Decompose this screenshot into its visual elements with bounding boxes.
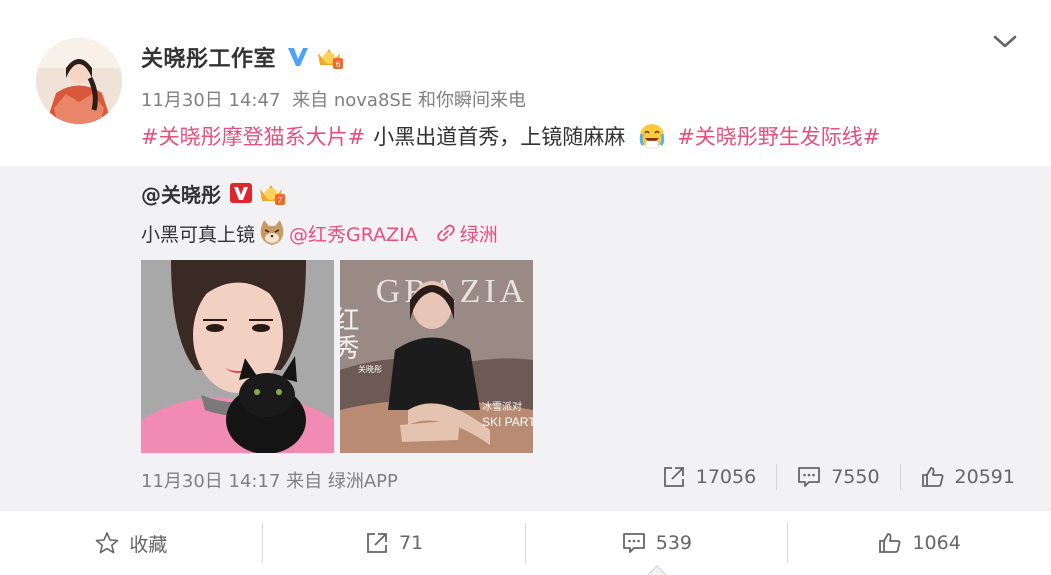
svg-text:6: 6 xyxy=(336,60,341,69)
topic-link[interactable]: #关晓彤野生发际线# xyxy=(677,121,880,151)
comment-icon xyxy=(622,533,645,553)
comment-count: 7550 xyxy=(831,466,880,488)
cat-emoji-icon xyxy=(260,220,284,245)
repost-author-row: @关晓彤 7 xyxy=(141,178,286,208)
thumbs-up-icon xyxy=(879,533,901,553)
cover-tag-en: SKI PARTY xyxy=(482,415,533,429)
chevron-down-icon[interactable] xyxy=(990,30,1020,54)
cover-name: 关晓彤 xyxy=(358,364,382,374)
vip-crown-icon[interactable]: 6 xyxy=(314,43,344,71)
repost-stats: 17056 7550 20591 xyxy=(662,464,1015,490)
cover-tag-cn: 冰雪派对 xyxy=(482,400,522,413)
star-icon xyxy=(96,532,119,554)
like-button[interactable]: 1064 xyxy=(788,511,1051,575)
verified-v-icon[interactable] xyxy=(229,181,253,205)
share-icon xyxy=(367,533,387,553)
comment-caret-inner xyxy=(648,567,666,575)
verified-v-icon[interactable] xyxy=(286,45,310,69)
repost-image-1[interactable] xyxy=(141,260,334,453)
svg-text:7: 7 xyxy=(278,196,283,205)
share-icon xyxy=(663,467,684,487)
like-count: 20591 xyxy=(954,466,1015,488)
repost-stat-like[interactable]: 20591 xyxy=(921,465,1015,489)
repost-button[interactable]: 71 xyxy=(263,511,526,575)
magazine-title-cn: 红秀 xyxy=(340,306,359,362)
oasis-link[interactable]: 绿洲 xyxy=(436,220,498,247)
author-avatar[interactable] xyxy=(36,38,122,124)
repost-stat-forward[interactable]: 17056 xyxy=(662,465,756,489)
mention-link[interactable]: @红秀GRAZIA xyxy=(289,220,418,247)
comment-icon xyxy=(798,467,821,487)
topic-link[interactable]: #关晓彤摩登猫系大片# xyxy=(141,121,365,151)
repost-stat-comment[interactable]: 7550 xyxy=(797,465,880,489)
divider xyxy=(899,464,901,490)
repost-image-2[interactable]: GRAZIA 红秀 关晓彤 冰雪派对 SKI PARTY xyxy=(340,260,533,453)
repost-box[interactable]: @关晓彤 7 小黑可真上镜 @红秀GRAZIA 绿洲 GRAZIA 红秀 关晓彤… xyxy=(0,166,1051,510)
author-name[interactable]: 关晓彤工作室 xyxy=(141,41,276,73)
action-bar: 收藏 71 539 1064 xyxy=(0,510,1051,575)
post-content: #关晓彤摩登猫系大片# 小黑出道首秀，上镜随麻麻 #关晓彤野生发际线# xyxy=(141,121,880,151)
favorite-label: 收藏 xyxy=(129,533,168,556)
repost-meta: 11月30日 14:17 来自 绿洲APP xyxy=(141,467,398,493)
link-icon xyxy=(437,224,455,242)
post-meta: 11月30日 14:47 来自 nova8SE 和你瞬间来电 xyxy=(141,86,532,112)
cry-laugh-emoji-icon xyxy=(639,124,665,149)
thumbs-up-icon xyxy=(921,467,944,487)
repost-author[interactable]: @关晓彤 xyxy=(141,179,221,208)
weibo-post-card: 关晓彤工作室 6 11月30日 14:47 来自 nova8SE 和你瞬间来电 … xyxy=(0,0,1051,575)
post-time[interactable]: 11月30日 14:47 xyxy=(141,90,280,111)
post-source[interactable]: 来自 nova8SE 和你瞬间来电 xyxy=(292,90,526,111)
author-row: 关晓彤工作室 6 xyxy=(141,40,344,74)
repost-source[interactable]: 来自 绿洲APP xyxy=(286,471,398,492)
repost-text: 小黑可真上镜 xyxy=(141,223,256,246)
oasis-link-label[interactable]: 绿洲 xyxy=(460,220,498,247)
repost-action-count: 71 xyxy=(399,532,424,554)
repost-content: 小黑可真上镜 @红秀GRAZIA 绿洲 xyxy=(141,218,498,248)
vip-crown-icon[interactable]: 7 xyxy=(256,179,286,207)
post-text: 小黑出道首秀，上镜随麻麻 xyxy=(373,125,626,149)
divider xyxy=(776,464,778,490)
comment-action-count: 539 xyxy=(655,532,692,554)
repost-count: 17056 xyxy=(695,466,757,488)
like-action-count: 1064 xyxy=(912,532,961,554)
favorite-button[interactable]: 收藏 xyxy=(0,511,263,575)
repost-time[interactable]: 11月30日 14:17 xyxy=(141,471,280,492)
